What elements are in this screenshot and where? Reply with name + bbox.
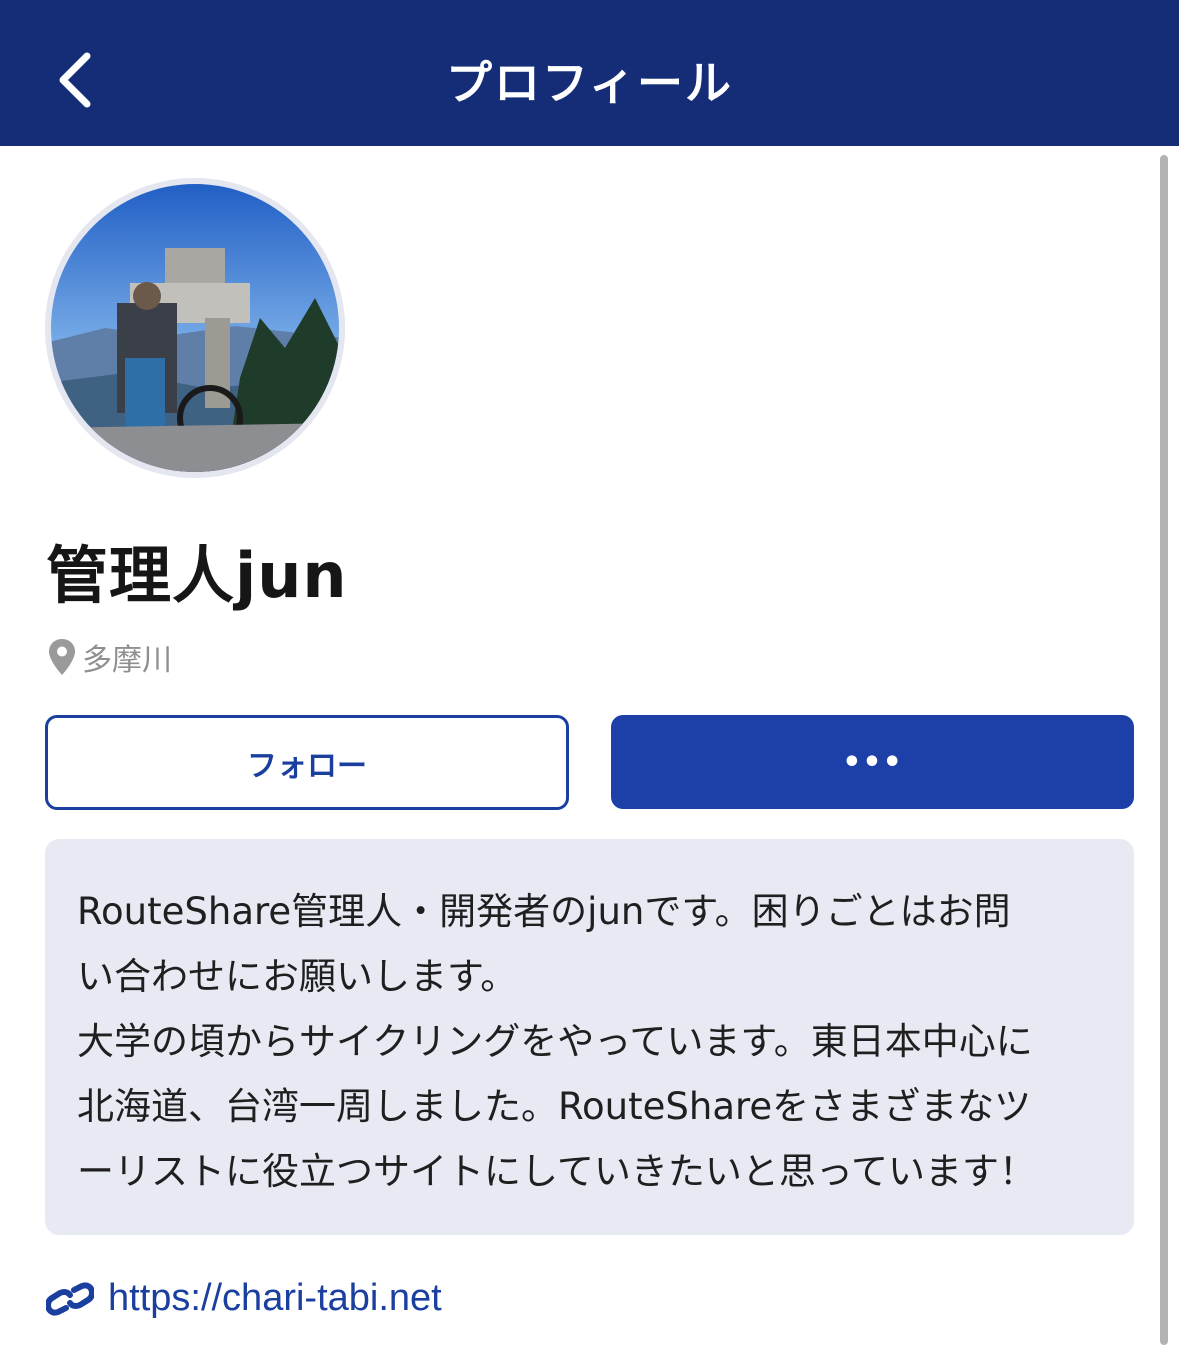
bio-text: RouteShare管理人・開発者のjunです。困りごとはお問 い合わせにお願い… bbox=[77, 890, 1037, 1193]
profile-name: 管理人jun bbox=[46, 539, 348, 612]
profile-photo bbox=[45, 178, 345, 478]
location-text: 多摩川 bbox=[82, 643, 172, 678]
app-header: プロフィール bbox=[0, 0, 1179, 146]
bio-box: RouteShare管理人・開発者のjunです。困りごとはお問 い合わせにお願い… bbox=[45, 839, 1134, 1235]
link-icon bbox=[46, 1281, 94, 1316]
website-link[interactable]: https://chari-tabi.net bbox=[46, 1277, 442, 1320]
scrollbar[interactable] bbox=[1160, 155, 1168, 1345]
profile-location: 多摩川 bbox=[48, 635, 172, 679]
map-pin-icon bbox=[49, 639, 75, 675]
more-options-button[interactable]: ••• bbox=[611, 715, 1134, 809]
avatar bbox=[45, 178, 345, 478]
page-title: プロフィール bbox=[445, 56, 734, 110]
website-url[interactable]: https://chari-tabi.net bbox=[108, 1277, 442, 1320]
follow-button[interactable]: フォロー bbox=[45, 715, 569, 810]
